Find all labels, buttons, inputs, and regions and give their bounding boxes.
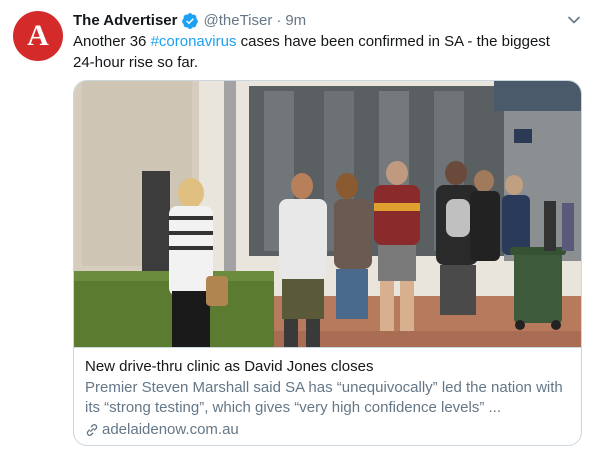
- tweet[interactable]: A The Advertiser @theTiser · 9m Another …: [0, 0, 594, 450]
- card-image[interactable]: [74, 81, 581, 347]
- link-icon: [85, 423, 99, 437]
- display-name[interactable]: The Advertiser: [73, 11, 177, 31]
- chevron-down-icon[interactable]: [564, 10, 584, 30]
- link-card[interactable]: New drive-thru clinic as David Jones clo…: [73, 80, 582, 446]
- avatar-logo-letter: A: [27, 19, 49, 52]
- card-body[interactable]: New drive-thru clinic as David Jones clo…: [74, 347, 581, 445]
- tweet-header: The Advertiser @theTiser · 9m: [73, 10, 306, 32]
- card-domain[interactable]: adelaidenow.com.au: [85, 420, 571, 440]
- verified-badge-icon: [181, 12, 199, 30]
- card-title[interactable]: New drive-thru clinic as David Jones clo…: [85, 357, 571, 377]
- card-description: Premier Steven Marshall said SA has “une…: [85, 379, 563, 416]
- avatar[interactable]: A: [13, 11, 63, 61]
- tweet-text: Another 36 #coronavirus cases have been …: [73, 31, 573, 73]
- hashtag-link[interactable]: #coronavirus: [151, 33, 237, 50]
- timestamp[interactable]: 9m: [285, 11, 306, 31]
- separator-dot: ·: [276, 12, 282, 29]
- handle[interactable]: @theTiser: [203, 11, 272, 31]
- tweet-text-start: Another 36: [73, 33, 151, 50]
- card-domain-text: adelaidenow.com.au: [102, 421, 239, 438]
